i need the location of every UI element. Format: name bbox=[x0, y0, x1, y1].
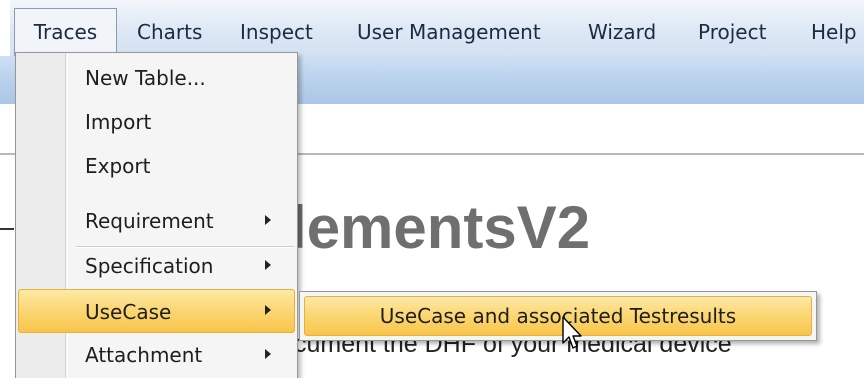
menu-item-requirement[interactable]: Requirement bbox=[18, 199, 295, 243]
menu-wizard[interactable]: Wizard bbox=[588, 8, 656, 56]
menu-item-label: UseCase bbox=[85, 300, 172, 324]
menu-bar-edge bbox=[0, 0, 10, 56]
menu-item-label: Specification bbox=[85, 254, 214, 278]
submenu-arrow-icon bbox=[265, 305, 271, 315]
menu-item-import[interactable]: Import bbox=[18, 100, 295, 144]
menu-charts[interactable]: Charts bbox=[137, 8, 202, 56]
menu-bar: Traces Charts Inspect User Management Wi… bbox=[0, 0, 864, 56]
menu-item-label: Import bbox=[85, 110, 152, 134]
document-title: ElementsV2 bbox=[250, 194, 591, 261]
menu-item-specification[interactable]: Specification bbox=[18, 244, 295, 288]
menu-item-label: Export bbox=[85, 154, 151, 178]
document-mark bbox=[0, 228, 14, 230]
menu-item-new-table[interactable]: New Table... bbox=[18, 56, 295, 100]
menu-user-management[interactable]: User Management bbox=[357, 8, 541, 56]
menu-item-label: Attachment bbox=[85, 343, 203, 367]
menu-item-usecase-testresults[interactable]: UseCase and associated Testresults bbox=[304, 296, 812, 336]
menu-item-export[interactable]: Export bbox=[18, 144, 295, 188]
menu-item-label: Requirement bbox=[85, 209, 214, 233]
menu-inspect[interactable]: Inspect bbox=[240, 8, 313, 56]
menu-item-label: New Table... bbox=[85, 66, 206, 90]
submenu-arrow-icon bbox=[265, 260, 271, 270]
traces-dropdown-menu: New Table... Import Export Requirement S… bbox=[15, 52, 298, 378]
menu-traces[interactable]: Traces bbox=[14, 8, 117, 56]
usecase-submenu: UseCase and associated Testresults bbox=[299, 291, 817, 341]
submenu-arrow-icon bbox=[265, 349, 271, 359]
menu-project[interactable]: Project bbox=[698, 8, 766, 56]
menu-item-usecase[interactable]: UseCase bbox=[18, 289, 295, 333]
menu-item-attachment[interactable]: Attachment bbox=[18, 333, 295, 377]
menu-help[interactable]: Help bbox=[811, 8, 857, 56]
mouse-pointer-icon bbox=[562, 316, 582, 349]
submenu-arrow-icon bbox=[265, 215, 271, 225]
menu-item-label: UseCase and associated Testresults bbox=[379, 304, 737, 328]
